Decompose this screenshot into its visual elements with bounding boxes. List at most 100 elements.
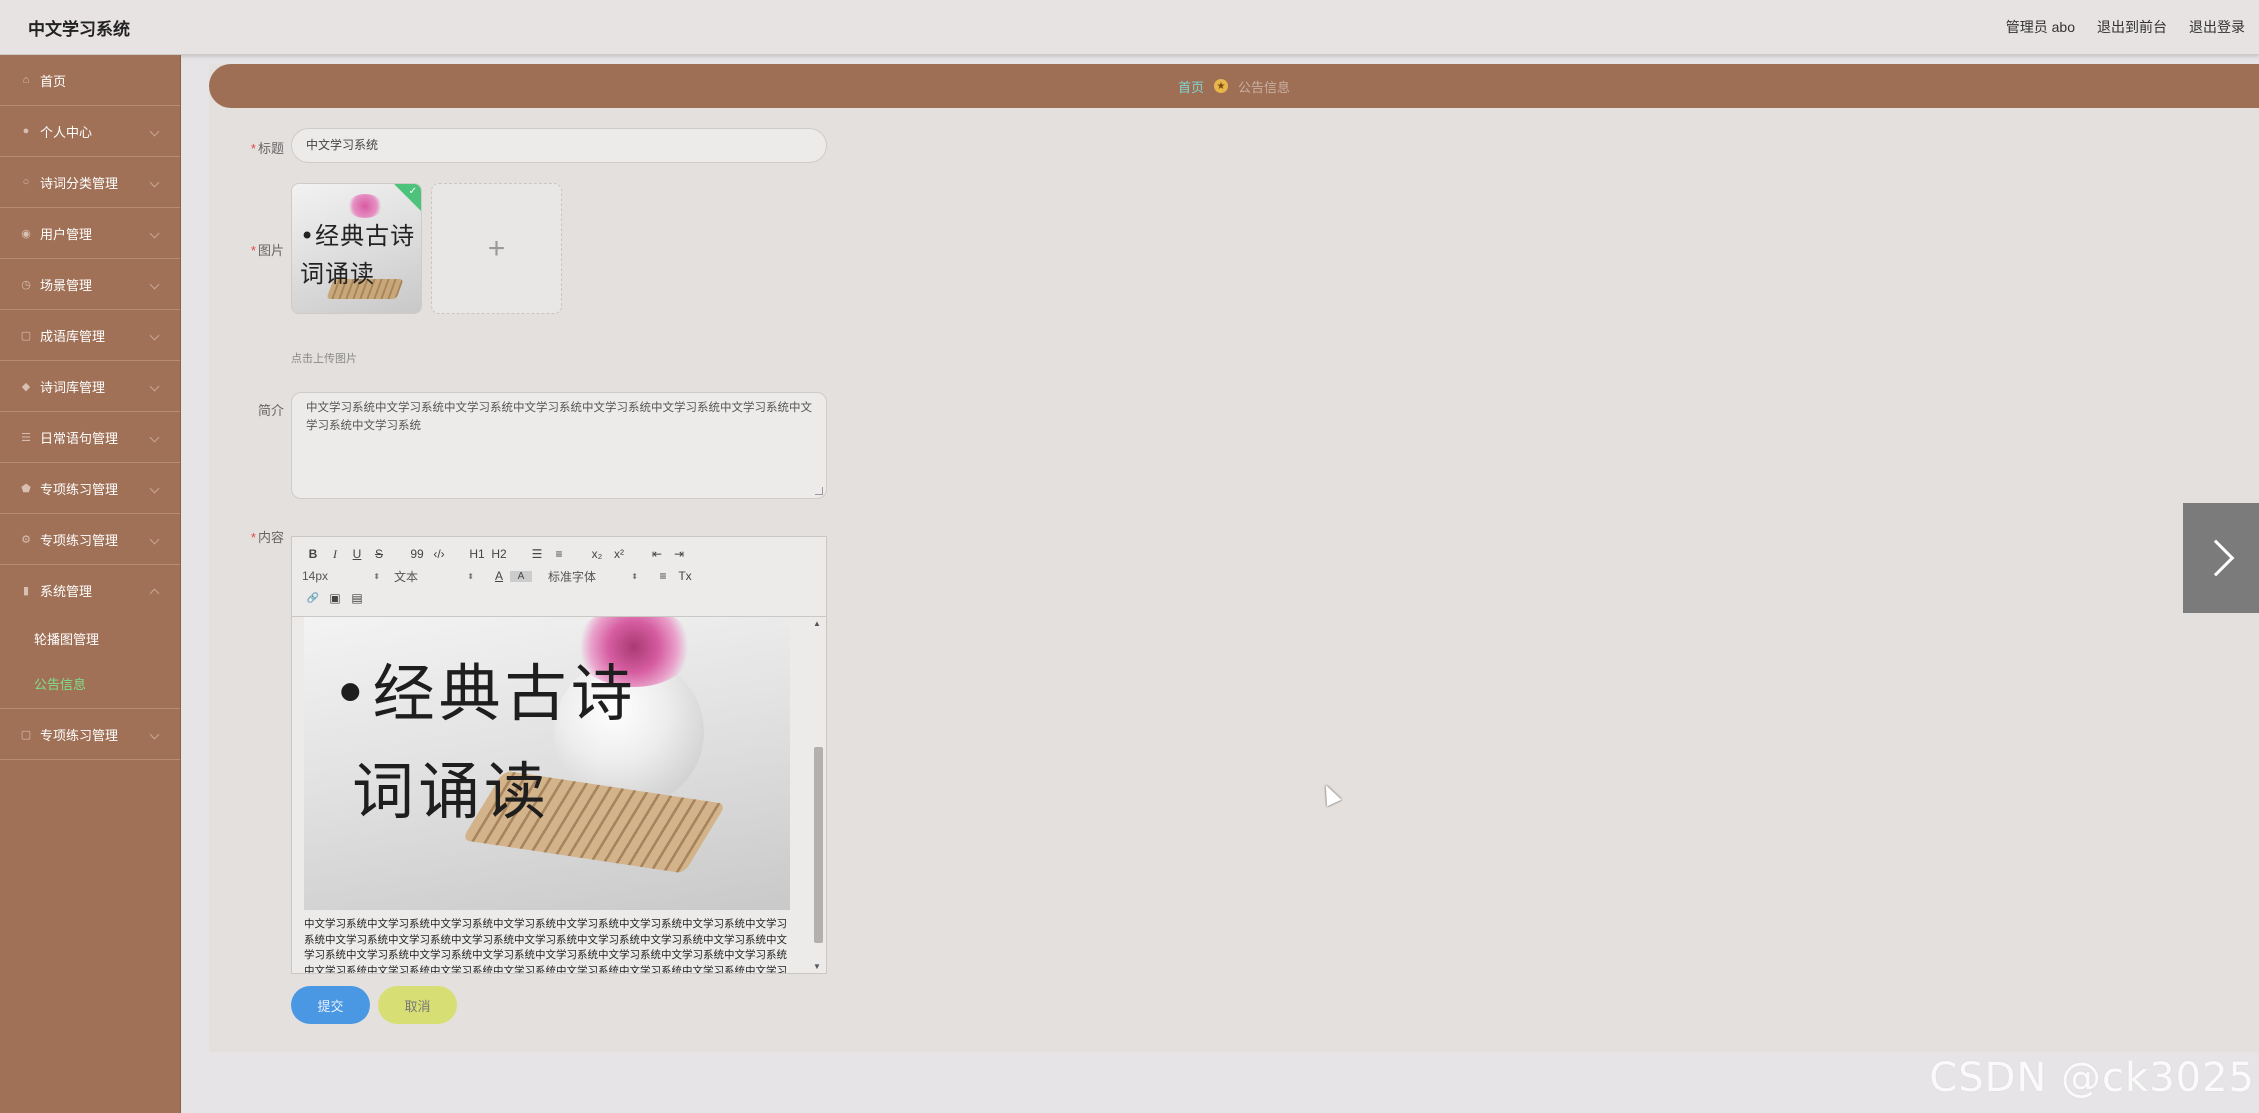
font-size-select[interactable]: 14px ⬍ [302,569,380,583]
subscript-button[interactable]: x₂ [586,547,608,561]
rich-text-editor: B I U S 99 ‹/› H1 H2 ☰ ≡ x₂ x² ⇤ ⇥ 14px … [291,536,827,974]
scroll-down-icon[interactable]: ▼ [813,962,821,971]
editor-embedded-image[interactable]: •经典古诗 词诵读 [304,617,790,910]
add-image-button[interactable]: + [431,183,562,314]
resize-handle[interactable] [815,487,823,495]
check-icon: ✓ [408,186,417,197]
chat-icon: ◆ [21,380,31,393]
background-color-button[interactable]: A [510,570,532,582]
square-icon: ▢ [20,329,32,342]
thumbnail-image-text: •经典古诗 词诵读 [300,222,416,288]
sidebar-item-label: 首页 [40,73,67,89]
sidebar-item-label: 诗词库管理 [40,379,106,395]
title-input[interactable]: 中文学习系统 [291,128,827,163]
chevron-down-icon [149,279,160,290]
chart-icon: ▮ [22,585,30,597]
sidebar-item-special-practice-3[interactable]: ▢ 专项练习管理 [0,709,180,760]
next-slide-button[interactable] [2183,503,2259,613]
image-icon[interactable]: ▣ [324,591,346,605]
block-format-select[interactable]: 文本 ⬍ [394,568,474,585]
font-family-select[interactable]: 标准字体 ⬍ [548,568,638,585]
sidebar-item-idiom-library[interactable]: ▢ 成语库管理 [0,310,180,361]
sidebar-item-poem-library[interactable]: ◆ 诗词库管理 [0,361,180,412]
circle-icon: ○ [22,176,30,188]
sidebar-item-label: 专项练习管理 [40,481,119,497]
top-actions: 管理员 abo 退出到前台 退出登录 [2006,17,2245,37]
sidebar-item-scene-management[interactable]: ◷ 场景管理 [0,259,180,310]
content-label: * 内容 [250,530,284,545]
superscript-button[interactable]: x² [608,547,630,561]
bullet-list-button[interactable]: ≡ [548,547,570,561]
star-icon: ★ [1214,79,1228,93]
heading2-button[interactable]: H2 [488,547,510,561]
video-icon[interactable]: ▤ [346,591,368,605]
sidebar-item-label: 用户管理 [40,226,93,242]
breadcrumb-current: 公告信息 [1238,79,1291,95]
intro-textarea[interactable]: 中文学习系统中文学习系统中文学习系统中文学习系统中文学习系统中文学习系统中文学习… [291,392,827,499]
uploaded-image-thumbnail[interactable]: •经典古诗 词诵读 ✓ [291,183,422,314]
breadcrumb: 首页 ★ 公告信息 [209,64,2259,108]
sidebar-item-label: 日常语句管理 [40,430,119,446]
code-button[interactable]: ‹/› [428,547,450,561]
sidebar-item-label: 诗词分类管理 [40,175,119,191]
clear-format-button[interactable]: Tx [674,569,696,583]
indent-button[interactable]: ⇥ [668,547,690,561]
sidebar-item-personal-center[interactable]: ● 个人中心 [0,106,180,157]
sidebar-item-daily-sentences[interactable]: ☰ 日常语句管理 [0,412,180,463]
chevron-down-icon [149,228,160,239]
clock-icon: ◷ [21,278,31,291]
sidebar-item-system-management[interactable]: ▮ 系统管理 [0,565,180,616]
exit-to-frontend-link[interactable]: 退出到前台 [2097,17,2167,37]
sidebar-item-poem-category[interactable]: ○ 诗词分类管理 [0,157,180,208]
quote-button[interactable]: 99 [406,547,428,561]
strikethrough-button[interactable]: S [368,547,390,561]
sidebar: ⌂ 首页 ● 个人中心 ○ 诗词分类管理 ◉ 用户管理 ◷ 场景管理 ▢ 成语库… [0,55,181,1113]
sidebar-subitem-carousel[interactable]: 轮播图管理 [0,616,180,661]
sidebar-item-label: 成语库管理 [40,328,106,344]
logout-link[interactable]: 退出登录 [2189,17,2245,37]
chevron-down-icon [149,432,160,443]
sidebar-item-label: 专项练习管理 [40,727,119,743]
sidebar-item-home[interactable]: ⌂ 首页 [0,55,180,106]
chevron-down-icon [149,534,160,545]
sidebar-subitem-announcements[interactable]: 公告信息 [0,661,180,706]
select-arrow-icon: ⬍ [631,571,638,581]
ordered-list-button[interactable]: ☰ [526,547,548,561]
chevron-down-icon [149,729,160,740]
app-title: 中文学习系统 [28,20,130,39]
shield-icon: ⬟ [21,482,31,495]
breadcrumb-home-link[interactable]: 首页 [1178,77,1204,96]
bold-button[interactable]: B [302,547,324,561]
sidebar-item-special-practice-1[interactable]: ⬟ 专项练习管理 [0,463,180,514]
intro-text: 中文学习系统中文学习系统中文学习系统中文学习系统中文学习系统中文学习系统中文学习… [306,402,812,432]
sidebar-item-special-practice-2[interactable]: ⚙ 专项练习管理 [0,514,180,565]
sidebar-item-label: 系统管理 [40,584,93,599]
chevron-down-icon [149,126,160,137]
scroll-up-icon[interactable]: ▲ [813,619,821,628]
editor-scrollbar[interactable]: ▲ ▼ [812,617,824,973]
heading1-button[interactable]: H1 [466,547,488,561]
list-icon: ☰ [21,431,31,444]
sidebar-item-label: 个人中心 [40,124,93,140]
editor-content-area[interactable]: •经典古诗 词诵读 中文学习系统中文学习系统中文学习系统中文学习系统中文学习系统中… [292,617,826,973]
submit-button[interactable]: 提交 [291,986,370,1024]
gear-icon: ⚙ [21,533,31,546]
align-button[interactable]: ≡ [652,569,674,583]
font-color-button[interactable]: A [488,569,510,583]
image-label: * 图片 [250,243,284,258]
chevron-down-icon [149,381,160,392]
sidebar-item-label: 场景管理 [40,277,93,293]
chevron-down-icon [149,483,160,494]
scroll-thumb[interactable] [814,747,823,943]
sidebar-item-user-management[interactable]: ◉ 用户管理 [0,208,180,259]
underline-button[interactable]: U [346,547,368,561]
cancel-button[interactable]: 取消 [378,986,457,1024]
embedded-image-text: •经典古诗 词诵读 [332,657,637,828]
upload-hint: 点击上传图片 [291,353,357,365]
link-icon[interactable]: 🔗 [302,593,324,604]
outdent-button[interactable]: ⇤ [646,547,668,561]
top-bar: 中文学习系统 管理员 abo 退出到前台 退出登录 [0,0,2259,55]
title-label: * 标题 [250,141,284,156]
editor-body-text: 中文学习系统中文学习系统中文学习系统中文学习系统中文学习系统中文学习系统中文学习… [304,918,787,973]
italic-button[interactable]: I [324,547,346,562]
